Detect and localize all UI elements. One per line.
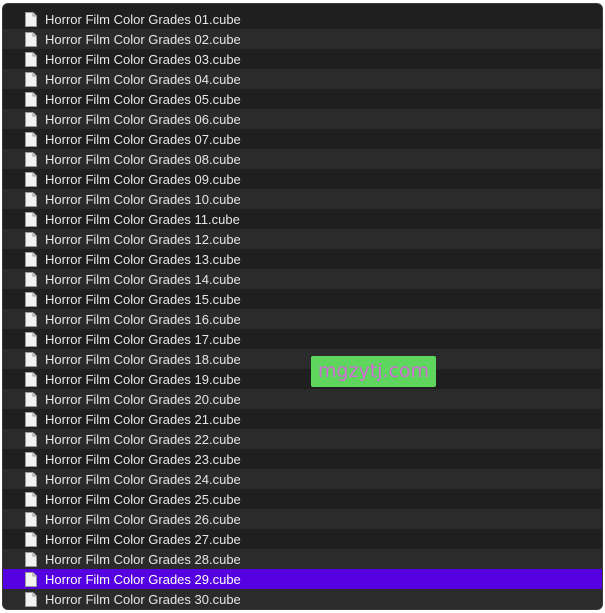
file-name: Horror Film Color Grades 05.cube — [45, 91, 241, 107]
file-name: Horror Film Color Grades 09.cube — [45, 171, 241, 187]
finder-list-window: Horror Film Color Grades 01.cube Horror F… — [2, 3, 603, 610]
file-name: Horror Film Color Grades 26.cube — [45, 511, 241, 527]
file-name: Horror Film Color Grades 11.cube — [45, 211, 240, 227]
file-row[interactable]: Horror Film Color Grades 25.cube — [3, 489, 602, 509]
document-icon — [25, 211, 37, 227]
document-icon — [25, 31, 37, 47]
document-icon — [25, 431, 37, 447]
file-row[interactable]: Horror Film Color Grades 14.cube — [3, 269, 602, 289]
file-list: Horror Film Color Grades 01.cube Horror F… — [3, 9, 602, 609]
file-name: Horror Film Color Grades 20.cube — [45, 391, 241, 407]
file-row[interactable]: Horror Film Color Grades 01.cube — [3, 9, 602, 29]
file-name: Horror Film Color Grades 28.cube — [45, 551, 241, 567]
file-row[interactable]: Horror Film Color Grades 17.cube — [3, 329, 602, 349]
file-name: Horror Film Color Grades 03.cube — [45, 51, 241, 67]
file-name: Horror Film Color Grades 13.cube — [45, 251, 241, 267]
file-row[interactable]: Horror Film Color Grades 22.cube — [3, 429, 602, 449]
file-row[interactable]: Horror Film Color Grades 27.cube — [3, 529, 602, 549]
document-icon — [25, 331, 37, 347]
document-icon — [25, 511, 37, 527]
file-row[interactable]: Horror Film Color Grades 18.cube — [3, 349, 602, 369]
document-icon — [25, 491, 37, 507]
file-name: Horror Film Color Grades 04.cube — [45, 71, 241, 87]
document-icon — [25, 391, 37, 407]
file-row[interactable]: Horror Film Color Grades 20.cube — [3, 389, 602, 409]
file-row[interactable]: Horror Film Color Grades 19.cube — [3, 369, 602, 389]
file-name: Horror Film Color Grades 08.cube — [45, 151, 241, 167]
file-row[interactable]: Horror Film Color Grades 10.cube — [3, 189, 602, 209]
file-name: Horror Film Color Grades 06.cube — [45, 111, 241, 127]
document-icon — [25, 451, 37, 467]
file-name: Horror Film Color Grades 16.cube — [45, 311, 241, 327]
file-row[interactable]: Horror Film Color Grades 03.cube — [3, 49, 602, 69]
file-row[interactable]: Horror Film Color Grades 30.cube — [3, 589, 602, 609]
file-name: Horror Film Color Grades 21.cube — [45, 411, 241, 427]
file-name: Horror Film Color Grades 15.cube — [45, 291, 241, 307]
document-icon — [25, 551, 37, 567]
document-icon — [25, 571, 37, 587]
file-row[interactable]: Horror Film Color Grades 21.cube — [3, 409, 602, 429]
file-name: Horror Film Color Grades 22.cube — [45, 431, 241, 447]
file-row[interactable]: Horror Film Color Grades 09.cube — [3, 169, 602, 189]
file-name: Horror Film Color Grades 07.cube — [45, 131, 241, 147]
file-name: Horror Film Color Grades 18.cube — [45, 351, 241, 367]
file-row[interactable]: Horror Film Color Grades 05.cube — [3, 89, 602, 109]
file-row[interactable]: Horror Film Color Grades 11.cube — [3, 209, 602, 229]
file-name: Horror Film Color Grades 10.cube — [45, 191, 241, 207]
document-icon — [25, 71, 37, 87]
file-row[interactable]: Horror Film Color Grades 29.cube — [3, 569, 602, 589]
document-icon — [25, 411, 37, 427]
file-name: Horror Film Color Grades 19.cube — [45, 371, 241, 387]
document-icon — [25, 91, 37, 107]
file-row[interactable]: Horror Film Color Grades 28.cube — [3, 549, 602, 569]
document-icon — [25, 51, 37, 67]
file-name: Horror Film Color Grades 01.cube — [45, 11, 241, 27]
file-row[interactable]: Horror Film Color Grades 24.cube — [3, 469, 602, 489]
document-icon — [25, 191, 37, 207]
document-icon — [25, 271, 37, 287]
file-name: Horror Film Color Grades 17.cube — [45, 331, 241, 347]
watermark: mgzytj.com — [311, 356, 436, 387]
document-icon — [25, 111, 37, 127]
document-icon — [25, 351, 37, 367]
document-icon — [25, 591, 37, 607]
file-name: Horror Film Color Grades 25.cube — [45, 491, 241, 507]
file-name: Horror Film Color Grades 12.cube — [45, 231, 241, 247]
file-row[interactable]: Horror Film Color Grades 04.cube — [3, 69, 602, 89]
file-row[interactable]: Horror Film Color Grades 07.cube — [3, 129, 602, 149]
file-row[interactable]: Horror Film Color Grades 06.cube — [3, 109, 602, 129]
document-icon — [25, 231, 37, 247]
file-row[interactable]: Horror Film Color Grades 15.cube — [3, 289, 602, 309]
file-name: Horror Film Color Grades 27.cube — [45, 531, 241, 547]
file-row[interactable]: Horror Film Color Grades 02.cube — [3, 29, 602, 49]
file-name: Horror Film Color Grades 02.cube — [45, 31, 241, 47]
file-name: Horror Film Color Grades 24.cube — [45, 471, 241, 487]
document-icon — [25, 11, 37, 27]
file-row[interactable]: Horror Film Color Grades 23.cube — [3, 449, 602, 469]
document-icon — [25, 531, 37, 547]
document-icon — [25, 311, 37, 327]
document-icon — [25, 151, 37, 167]
file-row[interactable]: Horror Film Color Grades 12.cube — [3, 229, 602, 249]
document-icon — [25, 471, 37, 487]
document-icon — [25, 291, 37, 307]
document-icon — [25, 251, 37, 267]
file-name: Horror Film Color Grades 29.cube — [45, 571, 241, 587]
file-name: Horror Film Color Grades 23.cube — [45, 451, 241, 467]
file-name: Horror Film Color Grades 14.cube — [45, 271, 241, 287]
document-icon — [25, 171, 37, 187]
file-row[interactable]: Horror Film Color Grades 16.cube — [3, 309, 602, 329]
file-row[interactable]: Horror Film Color Grades 08.cube — [3, 149, 602, 169]
file-row[interactable]: Horror Film Color Grades 26.cube — [3, 509, 602, 529]
document-icon — [25, 131, 37, 147]
file-name: Horror Film Color Grades 30.cube — [45, 591, 241, 607]
document-icon — [25, 371, 37, 387]
file-row[interactable]: Horror Film Color Grades 13.cube — [3, 249, 602, 269]
